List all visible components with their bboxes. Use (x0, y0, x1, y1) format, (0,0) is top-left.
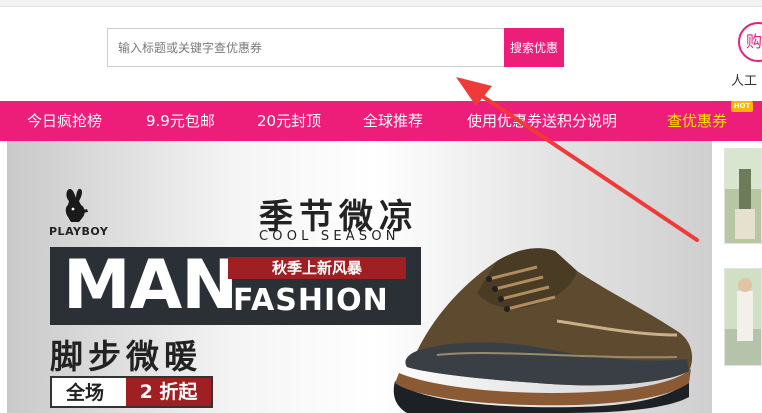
side-thumbnail-2[interactable] (724, 268, 762, 366)
search-button[interactable]: 搜索优惠 (504, 28, 564, 67)
discount-scope: 全场 (66, 382, 105, 404)
side-thumbnail-1[interactable] (724, 148, 762, 244)
nav-item-coupon-points-info[interactable]: 使用优惠券送积分说明 (467, 101, 617, 141)
man-headline: MAN (63, 246, 238, 325)
nav-item-find-coupons[interactable]: 查优惠券 (667, 101, 727, 141)
warm-steps-title: 脚步微暖 (50, 337, 202, 376)
nav-item-9-9-free-shipping[interactable]: 9.9元包邮 (146, 101, 215, 141)
customer-service-label[interactable]: 人工 (731, 70, 757, 89)
main-nav: 今日疯抢榜 9.9元包邮 20元封顶 全球推荐 使用优惠券送积分说明 查优惠券 (0, 101, 762, 141)
discount-value: 2 折起 (126, 378, 211, 406)
customer-service-icon[interactable]: 购 (738, 22, 762, 62)
nav-item-20-cap[interactable]: 20元封顶 (257, 101, 321, 141)
top-strip (0, 0, 762, 7)
search-input[interactable] (107, 28, 504, 67)
hiking-shoe-image (393, 248, 693, 413)
fashion-headline: FASHION (233, 283, 389, 318)
brand-name: PLAYBOY (49, 225, 109, 238)
side-thumbnail-2-image (725, 269, 761, 365)
coupon-search: 搜索优惠 (107, 28, 564, 67)
playboy-bunny-logo (65, 188, 88, 222)
nav-item-today-hot[interactable]: 今日疯抢榜 (27, 101, 102, 141)
hot-badge: HOT (731, 101, 753, 112)
nav-item-global-picks[interactable]: 全球推荐 (363, 101, 423, 141)
side-thumbnail-1-image (725, 149, 761, 243)
promo-banner[interactable]: PLAYBOY 季节微凉 COOL SEASON MAN 秋季上新风暴 FASH… (7, 141, 712, 413)
discount-box: 全场 2 折起 (50, 376, 213, 408)
